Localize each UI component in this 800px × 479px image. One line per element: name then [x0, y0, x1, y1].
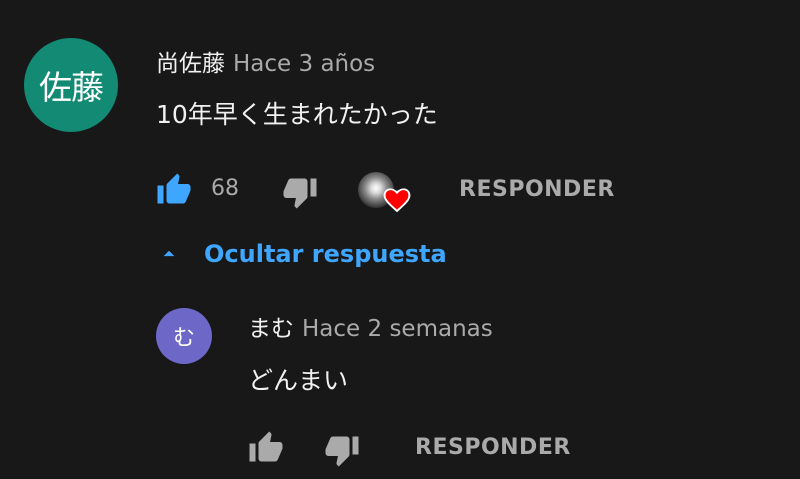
reply-avatar-initial: む	[172, 326, 195, 351]
avatar[interactable]: 佐藤	[24, 38, 118, 132]
comment-header: 尚佐藤 Hace 3 años	[156, 44, 375, 78]
reply-like-button[interactable]	[248, 430, 284, 466]
dislike-button[interactable]	[282, 174, 318, 210]
reply-timestamp[interactable]: Hace 2 semanas	[302, 316, 493, 342]
reply-header: まむ Hace 2 semanas	[248, 309, 493, 343]
hide-replies-label: Ocultar respuesta	[204, 240, 447, 268]
caret-up-icon	[163, 250, 175, 257]
like-count: 68	[211, 176, 239, 201]
thumb-up-icon	[157, 173, 191, 204]
reply-author[interactable]: まむ	[248, 316, 294, 342]
reply-text: どんまい	[248, 366, 349, 395]
reply-respond-button[interactable]: RESPONDER	[415, 435, 571, 460]
reply-dislike-button[interactable]	[324, 432, 360, 468]
like-button[interactable]	[156, 172, 192, 208]
creator-heart-badge	[358, 168, 416, 218]
thumb-up-outline-icon	[249, 431, 283, 462]
comment-text: 10年早く生まれたかった	[156, 100, 438, 129]
comment-timestamp[interactable]: Hace 3 años	[233, 51, 375, 77]
thumb-down-icon	[283, 178, 317, 209]
heart-icon	[383, 188, 411, 213]
comment-author[interactable]: 尚佐藤	[156, 51, 225, 77]
reply-avatar[interactable]: む	[156, 308, 212, 364]
reply-button[interactable]: RESPONDER	[459, 177, 615, 202]
thumb-down-outline-icon	[325, 436, 359, 467]
hide-replies-toggle[interactable]: Ocultar respuesta	[156, 240, 447, 268]
avatar-initials: 佐藤	[39, 68, 104, 107]
